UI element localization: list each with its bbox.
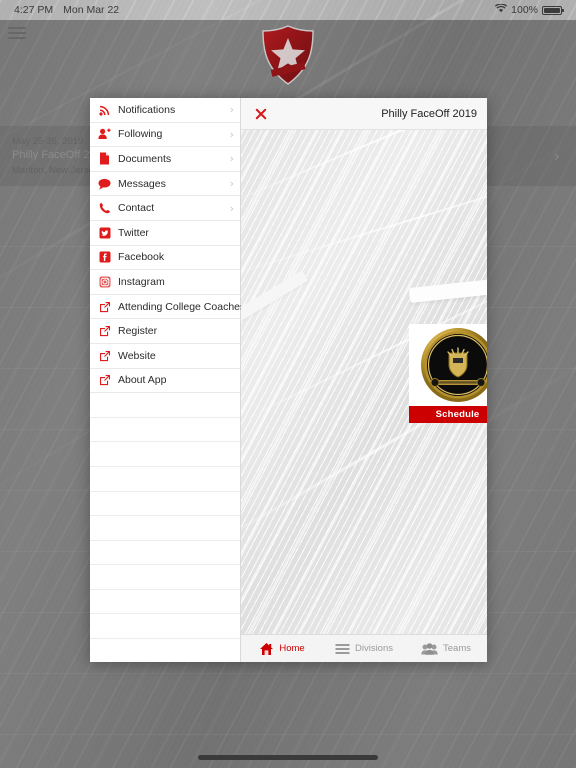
chevron-right-icon: › xyxy=(229,177,234,191)
menu-item-messages[interactable]: Messages › xyxy=(90,172,240,197)
external-link-icon xyxy=(97,300,112,314)
decorative-ribbon xyxy=(408,278,487,303)
decorative-ribbon xyxy=(241,270,309,322)
external-link-icon xyxy=(97,324,112,338)
menu-empty-row xyxy=(90,614,240,640)
hamburger-menu-icon[interactable] xyxy=(8,26,26,40)
menu-item-label: Documents xyxy=(118,152,172,165)
menu-item-notifications[interactable]: Notifications › xyxy=(90,98,240,123)
document-icon xyxy=(97,152,112,166)
menu-item-label: Following xyxy=(118,128,163,141)
chevron-right-icon: › xyxy=(229,127,234,141)
red-shield-star-logo xyxy=(257,24,319,86)
menu-item-following[interactable]: Following › xyxy=(90,123,240,148)
external-link-icon xyxy=(97,373,112,387)
menu-item-contact[interactable]: Contact › xyxy=(90,196,240,221)
panel-body: Schedule xyxy=(241,130,487,635)
menu-empty-row xyxy=(90,565,240,590)
bottom-tab-bar: Home Divisions Teams xyxy=(241,634,487,662)
battery-full-icon xyxy=(542,5,564,15)
schedule-button[interactable]: Schedule xyxy=(409,406,487,423)
close-x-icon[interactable] xyxy=(253,106,269,122)
home-icon xyxy=(259,642,274,656)
menu-empty-row xyxy=(90,516,240,541)
menu-item-register[interactable]: Register xyxy=(90,319,240,344)
tab-divisions[interactable]: Divisions xyxy=(323,643,405,655)
twitter-icon xyxy=(97,226,112,240)
screen: May 25-26, 2019 Philly FaceOff 2019 Marl… xyxy=(0,0,576,768)
side-menu-modal: Notifications › Following › Documents › … xyxy=(90,98,487,662)
rss-signal-icon xyxy=(97,103,112,117)
chevron-right-icon: › xyxy=(229,201,234,215)
menu-item-label: Twitter xyxy=(118,226,149,239)
gold-black-circular-crest-logo xyxy=(409,324,487,406)
people-group-icon xyxy=(421,642,438,655)
battery-percent: 100% xyxy=(511,4,538,16)
menu-item-label: Messages xyxy=(118,177,166,190)
menu-item-twitter[interactable]: Twitter xyxy=(90,221,240,246)
event-logo-block: Schedule xyxy=(409,324,487,423)
menu-item-about-app[interactable]: About App xyxy=(90,369,240,394)
tab-label: Teams xyxy=(443,643,471,654)
status-date: Mon Mar 22 xyxy=(63,4,120,16)
panel-title: Philly FaceOff 2019 xyxy=(381,107,477,120)
person-plus-icon xyxy=(97,127,112,141)
chat-bubble-icon xyxy=(97,177,112,191)
modal-menu-list: Notifications › Following › Documents › … xyxy=(90,98,245,662)
home-indicator-bar[interactable] xyxy=(198,755,378,760)
menu-item-label: Notifications xyxy=(118,103,176,116)
external-link-icon xyxy=(97,349,112,363)
menu-item-label: Attending College Coaches xyxy=(118,300,246,313)
menu-item-attending-college-coaches[interactable]: Attending College Coaches xyxy=(90,295,245,320)
menu-empty-row xyxy=(90,467,240,492)
menu-item-website[interactable]: Website xyxy=(90,344,240,369)
status-bar: 4:27 PM Mon Mar 22 100% xyxy=(0,0,576,20)
phone-icon xyxy=(97,201,112,215)
tab-home[interactable]: Home xyxy=(241,642,323,656)
instagram-icon xyxy=(97,275,112,289)
chevron-right-icon: › xyxy=(229,103,234,117)
menu-empty-row xyxy=(90,418,240,443)
menu-item-facebook[interactable]: Facebook xyxy=(90,246,240,271)
menu-item-label: Register xyxy=(118,325,158,338)
menu-item-label: Facebook xyxy=(118,251,165,264)
tab-label: Divisions xyxy=(354,643,393,654)
list-lines-icon xyxy=(335,643,350,655)
tab-label: Home xyxy=(279,643,305,654)
event-detail-panel: Philly FaceOff 2019 Schedule Home Divisi… xyxy=(241,98,487,662)
menu-empty-row xyxy=(90,492,240,517)
menu-item-instagram[interactable]: Instagram xyxy=(90,270,240,295)
menu-item-label: Instagram xyxy=(118,275,165,288)
menu-empty-row xyxy=(90,442,240,467)
menu-item-label: Contact xyxy=(118,202,155,215)
menu-empty-row xyxy=(90,541,240,566)
chevron-right-icon: › xyxy=(229,152,234,166)
menu-empty-row xyxy=(90,393,240,418)
panel-header: Philly FaceOff 2019 xyxy=(241,98,487,130)
menu-item-label: About App xyxy=(118,374,167,387)
status-time: 4:27 PM xyxy=(14,4,54,16)
menu-item-documents[interactable]: Documents › xyxy=(90,147,240,172)
facebook-icon xyxy=(97,250,112,264)
tab-teams[interactable]: Teams xyxy=(405,642,487,655)
menu-item-label: Website xyxy=(118,349,156,362)
menu-empty-row xyxy=(90,590,240,615)
menu-empty-row xyxy=(90,639,240,662)
wifi-icon xyxy=(495,3,508,16)
